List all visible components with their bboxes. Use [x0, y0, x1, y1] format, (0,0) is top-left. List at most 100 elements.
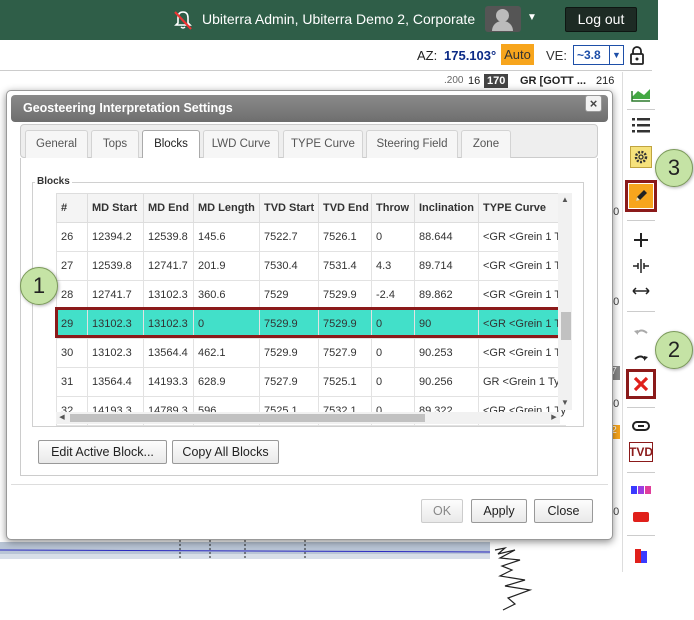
column-header[interactable]: MD Start	[87, 193, 144, 223]
column-header[interactable]: Inclination	[414, 193, 479, 223]
table-cell: 13102.3	[143, 280, 194, 310]
lock-icon[interactable]	[629, 45, 645, 65]
table-cell: -2.4	[371, 280, 415, 310]
scroll-right-icon[interactable]: ▶	[548, 412, 560, 424]
edit-active-block-button[interactable]: Edit Active Block...	[38, 440, 167, 464]
copy-all-blocks-button[interactable]: Copy All Blocks	[172, 440, 279, 464]
geosteering-settings-dialog: Geosteering Interpretation Settings × Ge…	[6, 90, 613, 540]
table-cell: 89.862	[414, 280, 479, 310]
column-header[interactable]: #	[56, 193, 88, 223]
redo-icon[interactable]	[630, 348, 652, 370]
table-cell: 7525.1	[318, 367, 372, 397]
table-cell: 13102.3	[87, 338, 144, 368]
table-cell: 28	[56, 280, 88, 310]
table-cell: 0	[371, 338, 415, 368]
tvd-toggle-button[interactable]: TVD	[629, 442, 653, 462]
auto-azimuth-toggle[interactable]: Auto	[501, 44, 534, 65]
close-icon[interactable]: ×	[585, 95, 602, 112]
table-cell: 7526.1	[318, 222, 372, 252]
column-header[interactable]: MD Length	[193, 193, 260, 223]
column-header[interactable]: TVD End	[318, 193, 372, 223]
column-header[interactable]: MD End	[143, 193, 194, 223]
table-cell: 88.644	[414, 222, 479, 252]
user-context-label: Ubiterra Admin, Ubiterra Demo 2, Corpora…	[202, 11, 476, 27]
table-cell: 14193.3	[143, 367, 194, 397]
table-cell: 201.9	[193, 251, 260, 281]
view-settings-bar: AZ: 175.103° Auto VE: ~3.8 ▼	[0, 40, 652, 71]
vertical-exaggeration-value: ~3.8	[577, 48, 601, 62]
tab-tops[interactable]: Tops	[91, 130, 139, 158]
table-row[interactable]: 27 12539.8 12741.7 201.9 7530.4 7531.4 4.3 89.7…	[56, 251, 566, 281]
right-toolbar: TVD	[622, 72, 658, 572]
table-cell: 145.6	[193, 222, 260, 252]
settings-gear-icon[interactable]	[630, 146, 652, 168]
table-row[interactable]: 28 12741.7 13102.3 360.6 7529 7529.9 -2.4 89.86…	[56, 280, 566, 310]
avatar[interactable]	[485, 6, 521, 32]
expand-horizontal-icon[interactable]	[630, 280, 652, 302]
callout-2: 2	[655, 331, 693, 369]
table-cell: 7527.9	[318, 338, 372, 368]
track-left-number: 16	[468, 75, 481, 87]
table-cell: 7529.9	[318, 280, 372, 310]
tab-lwd-curve[interactable]: LWD Curve	[203, 130, 279, 158]
scroll-thumb[interactable]	[561, 312, 571, 340]
table-cell: 462.1	[193, 338, 260, 368]
track-active-number: 170	[484, 74, 509, 88]
track-right-number: 216	[596, 75, 615, 87]
settings-tabs: General Tops Blocks LWD Curve TYPE Curve…	[20, 124, 598, 159]
user-menu-caret-icon[interactable]: ▼	[527, 12, 537, 23]
table-cell: GR <Grein 1 Type	[478, 367, 566, 397]
table-cell: <GR <Grein 1 Typ	[478, 251, 566, 281]
table-cell: 26	[56, 222, 88, 252]
table-cell: 7527.9	[259, 367, 319, 397]
color-bars-icon[interactable]	[630, 479, 652, 501]
well-path-icon[interactable]	[630, 82, 652, 104]
tab-zone[interactable]: Zone	[461, 130, 511, 158]
tab-type-curve[interactable]: TYPE Curve	[283, 130, 363, 158]
table-cell: 90.253	[414, 338, 479, 368]
scroll-up-icon[interactable]: ▲	[558, 193, 572, 207]
table-horizontal-scrollbar[interactable]: ◀ ▶	[56, 412, 560, 424]
track-scale-label: .200	[444, 75, 464, 86]
vertical-exaggeration-select[interactable]: ~3.8 ▼	[573, 45, 624, 65]
top-bar-right-blank	[658, 0, 694, 40]
add-icon[interactable]	[630, 229, 652, 251]
table-cell: 13564.4	[87, 367, 144, 397]
link-icon[interactable]	[630, 415, 652, 437]
list-icon[interactable]	[630, 114, 652, 136]
scroll-left-icon[interactable]: ◀	[56, 412, 68, 424]
scroll-thumb[interactable]	[70, 414, 425, 422]
table-row[interactable]: 31 13564.4 14193.3 628.9 7527.9 7525.1 0 90.256…	[56, 367, 566, 397]
layers-icon[interactable]	[630, 545, 652, 567]
callout-3: 3	[655, 149, 693, 187]
azimuth-value: 175.103°	[444, 48, 497, 63]
active-row-highlight-frame	[55, 307, 561, 338]
tab-blocks[interactable]: Blocks	[142, 130, 200, 159]
table-cell: 13564.4	[143, 338, 194, 368]
table-cell: 31	[56, 367, 88, 397]
tab-steering-field[interactable]: Steering Field	[366, 130, 458, 158]
blocks-group-label: Blocks	[35, 176, 72, 187]
undo-icon[interactable]	[630, 322, 652, 344]
split-block-icon[interactable]	[630, 255, 652, 277]
track-name: GR [GOTT ...	[520, 75, 586, 87]
plot-bottom-curves	[0, 540, 620, 620]
column-header[interactable]: TVD Start	[259, 193, 319, 223]
callout-1: 1	[20, 267, 58, 305]
column-header[interactable]: Throw	[371, 193, 415, 223]
table-row[interactable]: 30 13102.3 13564.4 462.1 7529.9 7527.9 0 90.253…	[56, 338, 566, 368]
table-vertical-scrollbar[interactable]: ▲ ▼	[558, 193, 572, 410]
apply-button[interactable]: Apply	[471, 499, 527, 523]
table-cell: 12539.8	[143, 222, 194, 252]
close-button[interactable]: Close	[534, 499, 593, 523]
logout-button[interactable]: Log out	[565, 7, 637, 32]
table-cell: 360.6	[193, 280, 260, 310]
scroll-down-icon[interactable]: ▼	[558, 396, 572, 410]
ok-button[interactable]: OK	[421, 499, 463, 523]
column-header[interactable]: TYPE Curve	[478, 193, 566, 223]
table-cell: 7529	[259, 280, 319, 310]
tab-general[interactable]: General	[25, 130, 88, 158]
table-row[interactable]: 26 12394.2 12539.8 145.6 7522.7 7526.1 0 88.644…	[56, 222, 566, 252]
notifications-off-icon[interactable]	[172, 9, 194, 31]
red-layer-icon[interactable]	[630, 506, 652, 528]
